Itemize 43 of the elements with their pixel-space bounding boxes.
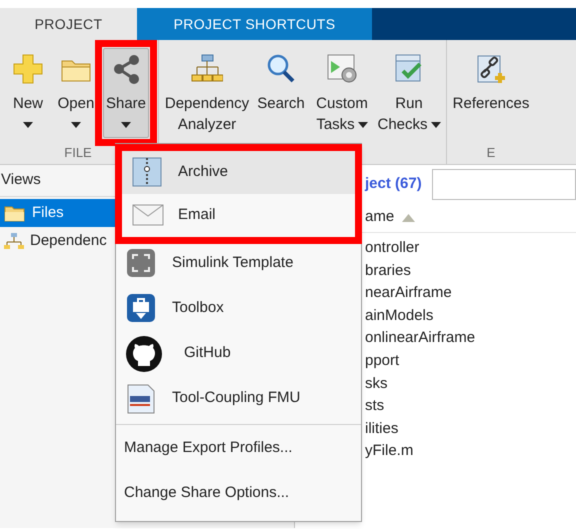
- menu-item[interactable]: Change Share Options...: [116, 471, 361, 515]
- ribbon-button[interactable]: Dependency Analyzer: [163, 48, 251, 138]
- ribbon-button[interactable]: Share: [103, 48, 149, 138]
- menu-item[interactable]: Manage Export Profiles...: [116, 426, 361, 470]
- ribbon-button[interactable]: Run Checks: [376, 48, 442, 138]
- octocat-icon: [126, 336, 162, 372]
- sort-ascending-icon: [402, 214, 416, 222]
- ribbon-tab[interactable]: PROJECT SHORTCUTS: [137, 8, 372, 40]
- template-icon: [126, 248, 158, 280]
- file-name[interactable]: sts: [365, 395, 384, 418]
- file-name[interactable]: braries: [365, 260, 411, 282]
- hierarchy-icon: [4, 232, 24, 250]
- folder-icon: [4, 204, 26, 222]
- ribbon-tab[interactable]: PROJECT: [0, 8, 137, 40]
- zipper-box-icon: [132, 156, 164, 188]
- panel-title: ject (67): [365, 174, 422, 194]
- file-name[interactable]: sks: [365, 372, 388, 396]
- panel-title: Views: [1, 170, 41, 190]
- ribbon-button[interactable]: New: [6, 48, 50, 138]
- file-name[interactable]: nearAirframe: [365, 282, 452, 305]
- file-name[interactable]: yFile.m: [365, 440, 414, 463]
- menu-item[interactable]: Tool-Coupling FMU: [116, 376, 361, 421]
- link-plus-icon: [475, 53, 507, 85]
- group-label: E: [486, 145, 496, 160]
- column-header[interactable]: ame: [365, 206, 394, 229]
- plus-icon: [12, 53, 44, 85]
- file-name[interactable]: pport: [365, 350, 400, 373]
- menu-item[interactable]: Toolbox: [116, 286, 361, 331]
- ribbon-button[interactable]: Custom Tasks: [311, 48, 373, 138]
- menu-item[interactable]: Archive: [122, 151, 355, 194]
- task-gear-icon: [326, 53, 358, 85]
- ribbon-button[interactable]: Open: [53, 48, 99, 138]
- ribbon-button[interactable]: Search: [254, 48, 308, 138]
- group-label: FILE: [64, 145, 92, 160]
- file-name[interactable]: ilities: [365, 418, 398, 440]
- file-name[interactable]: ainModels: [365, 304, 434, 328]
- menu-item[interactable]: GitHub: [116, 331, 361, 376]
- search-icon: [265, 53, 297, 85]
- ribbon-button[interactable]: References: [451, 48, 531, 138]
- toolbox-icon: [126, 292, 158, 324]
- file-name[interactable]: ontroller: [365, 237, 420, 260]
- search-field[interactable]: [432, 168, 576, 200]
- file-name[interactable]: onlinearAirframe: [365, 327, 476, 350]
